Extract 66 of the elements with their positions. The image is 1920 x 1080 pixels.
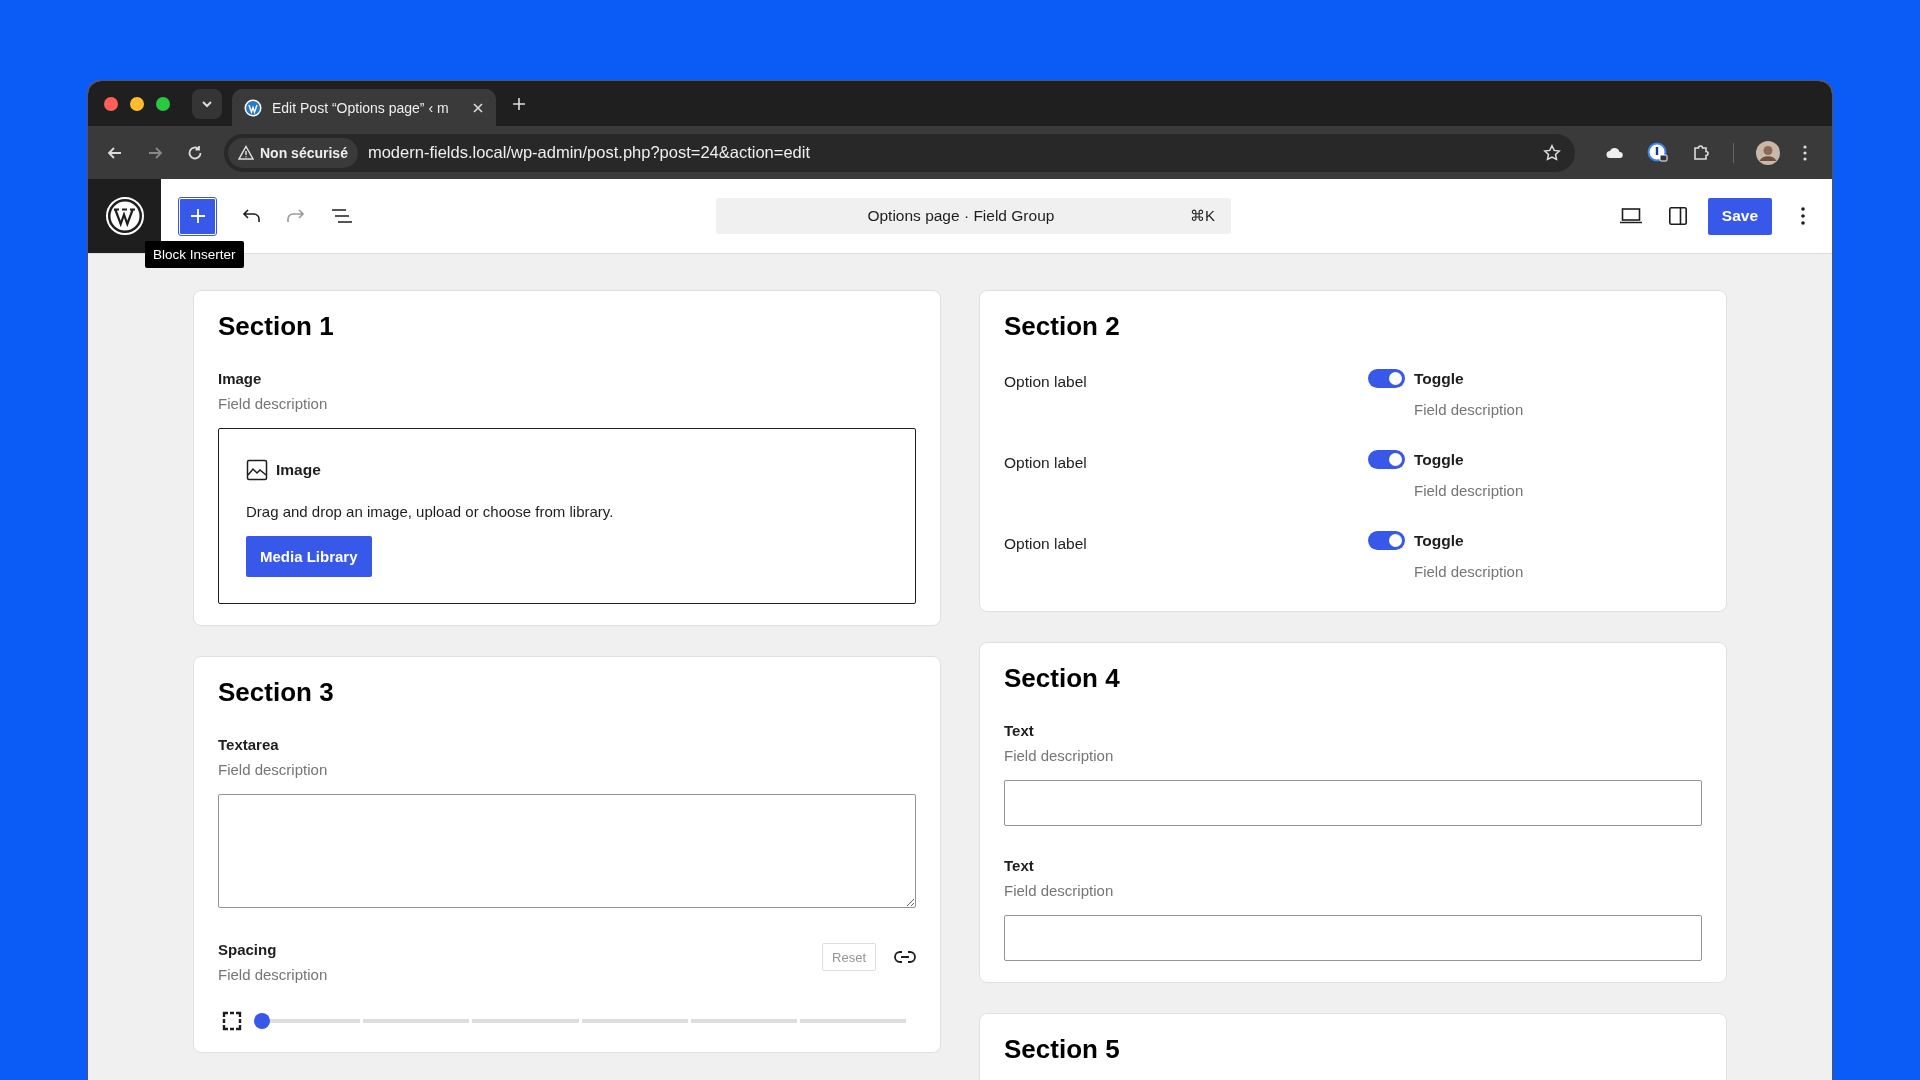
section-title: Section 5 xyxy=(1004,1034,1121,1064)
field-description: Field description xyxy=(1004,881,1115,901)
field-description: Field description xyxy=(1414,400,1525,420)
maximize-window-button[interactable] xyxy=(156,96,170,111)
wordpress-logo xyxy=(104,196,145,236)
field-description: Field description xyxy=(1414,481,1525,501)
warning-icon xyxy=(238,145,254,160)
section-title: Section 4 xyxy=(1004,663,1121,693)
section-title: Section 2 xyxy=(1004,311,1121,341)
image-icon xyxy=(246,459,268,481)
textarea-field[interactable] xyxy=(218,794,916,908)
placeholder-title: Image xyxy=(276,461,321,479)
command-palette-bar[interactable]: Options page · Field Group ⌘K xyxy=(715,198,1231,234)
reload-icon[interactable] xyxy=(186,143,204,162)
save-button[interactable]: Save xyxy=(1707,197,1772,235)
option-label: Option label xyxy=(1004,372,1088,392)
block-inserter-button[interactable] xyxy=(179,197,216,235)
more-options-icon[interactable] xyxy=(1800,206,1806,226)
field-label: Text xyxy=(1004,856,1035,876)
text-input-field[interactable] xyxy=(1004,780,1702,826)
toggle-switch[interactable] xyxy=(1368,369,1405,388)
field-label: Text xyxy=(1004,721,1035,741)
close-window-button[interactable] xyxy=(104,96,118,111)
tooltip: Block Inserter xyxy=(145,241,244,268)
toggle-label: Toggle xyxy=(1414,531,1464,550)
field-description: Field description xyxy=(218,394,329,414)
field-description: Field description xyxy=(218,760,329,780)
puzzle-icon[interactable] xyxy=(1691,142,1711,163)
security-chip[interactable]: Non sécurisé xyxy=(228,137,358,168)
wordpress-icon xyxy=(244,98,262,117)
field-label: Image xyxy=(218,369,263,389)
toggle-label: Toggle xyxy=(1414,450,1464,469)
field-label: Spacing xyxy=(218,940,278,960)
media-library-button[interactable]: Media Library xyxy=(246,536,372,577)
tab-list-button[interactable] xyxy=(192,88,222,119)
minimize-window-button[interactable] xyxy=(130,96,144,111)
new-tab-icon[interactable] xyxy=(512,96,526,111)
spacing-slider[interactable] xyxy=(254,1013,906,1029)
text-input-field[interactable] xyxy=(1004,915,1702,961)
avatar-icon[interactable] xyxy=(1756,140,1780,165)
browser-tab[interactable]: Edit Post “Options page” ‹ m xyxy=(232,89,496,126)
option-label: Option label xyxy=(1004,534,1088,554)
more-options-icon[interactable] xyxy=(1802,143,1808,162)
sidebar-toggle-icon[interactable] xyxy=(1667,206,1688,226)
password-key-icon[interactable] xyxy=(1647,141,1669,164)
toggle-label: Toggle xyxy=(1414,369,1464,388)
field-label: Textarea xyxy=(218,735,280,755)
field-description: Field description xyxy=(218,965,328,985)
plus-icon xyxy=(188,207,207,225)
close-icon[interactable] xyxy=(472,101,484,114)
list-view-icon[interactable] xyxy=(331,207,353,225)
address-field[interactable]: modern-fields.local/wp-admin/post.php?post=24&action=edit xyxy=(367,143,1533,162)
toggle-switch[interactable] xyxy=(1368,531,1405,550)
toggle-switch[interactable] xyxy=(1368,450,1405,469)
box-sides-icon xyxy=(222,1011,242,1031)
section-title: Section 3 xyxy=(218,677,335,707)
document-title: Options page · Field Group xyxy=(866,207,1056,225)
keyboard-shortcut: ⌘K xyxy=(1189,207,1215,225)
placeholder-instructions: Drag and drop an image, upload or choose from library. xyxy=(246,503,614,520)
section-title: Section 1 xyxy=(218,311,335,341)
option-label: Option label xyxy=(1004,453,1088,473)
field-description: Field description xyxy=(1004,746,1115,766)
link-icon[interactable] xyxy=(894,950,916,964)
field-description: Field description xyxy=(1414,562,1525,582)
bookmark-star-icon[interactable] xyxy=(1543,143,1561,162)
laptop-preview-icon[interactable] xyxy=(1618,207,1643,225)
